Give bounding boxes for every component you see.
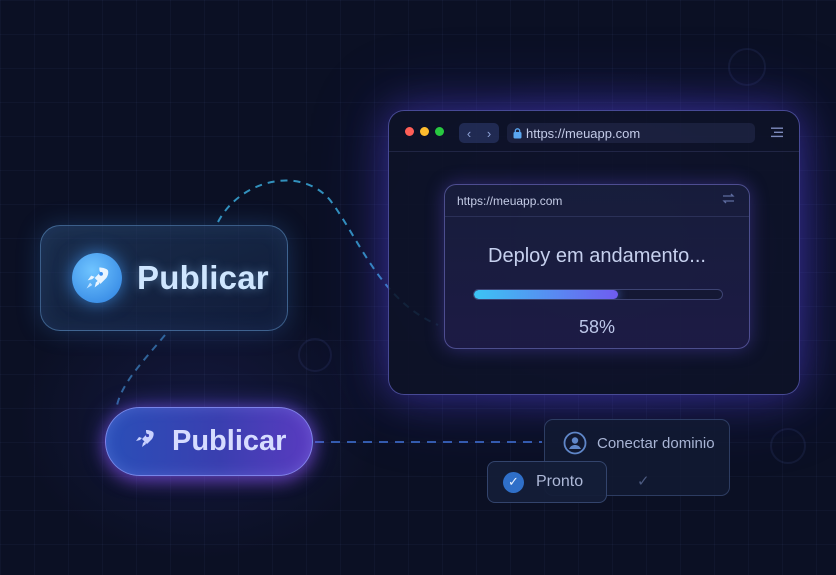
forward-icon[interactable]: › xyxy=(487,127,491,140)
publish-card-label: Publicar xyxy=(137,259,269,296)
deploy-status-title: Deploy em andamento... xyxy=(488,245,706,267)
close-window-dot[interactable] xyxy=(405,127,414,136)
address-bar[interactable]: https://meuapp.com xyxy=(507,123,755,143)
deploy-panel: https://meuapp.com Deploy em andamento..… xyxy=(444,184,750,349)
check-icon: ✓ xyxy=(503,471,524,493)
user-icon xyxy=(563,431,587,455)
menu-icon[interactable] xyxy=(771,125,783,143)
connect-domain-row: Conectar dominio xyxy=(563,431,715,455)
swap-icon[interactable] xyxy=(722,193,735,207)
check-icon: ✓ xyxy=(637,473,650,490)
nav-buttons: ‹ › xyxy=(459,123,499,143)
address-url: https://meuapp.com xyxy=(526,125,641,141)
ready-label: Pronto xyxy=(536,473,584,490)
back-icon[interactable]: ‹ xyxy=(467,127,471,140)
connector-curve-left xyxy=(115,334,166,411)
deploy-panel-header: https://meuapp.com xyxy=(445,185,749,217)
deploy-url: https://meuapp.com xyxy=(457,194,563,208)
lock-icon xyxy=(513,127,522,139)
publish-button-label: Publicar xyxy=(172,425,287,457)
publish-button[interactable]: Publicar xyxy=(105,407,313,476)
browser-toolbar: ‹ › https://meuapp.com xyxy=(389,111,799,152)
deploy-progress-label: 58% xyxy=(578,317,616,337)
connect-domain-label: Conectar dominio xyxy=(597,434,715,452)
rocket-icon xyxy=(132,427,156,456)
minimize-window-dot[interactable] xyxy=(420,127,429,136)
publish-card[interactable]: Publicar xyxy=(40,225,288,331)
deploy-progress-bar xyxy=(473,289,723,300)
deploy-progress-fill xyxy=(474,290,618,299)
maximize-window-dot[interactable] xyxy=(435,127,444,136)
ready-chip[interactable]: ✓ Pronto xyxy=(487,461,607,503)
rocket-icon xyxy=(72,253,122,303)
